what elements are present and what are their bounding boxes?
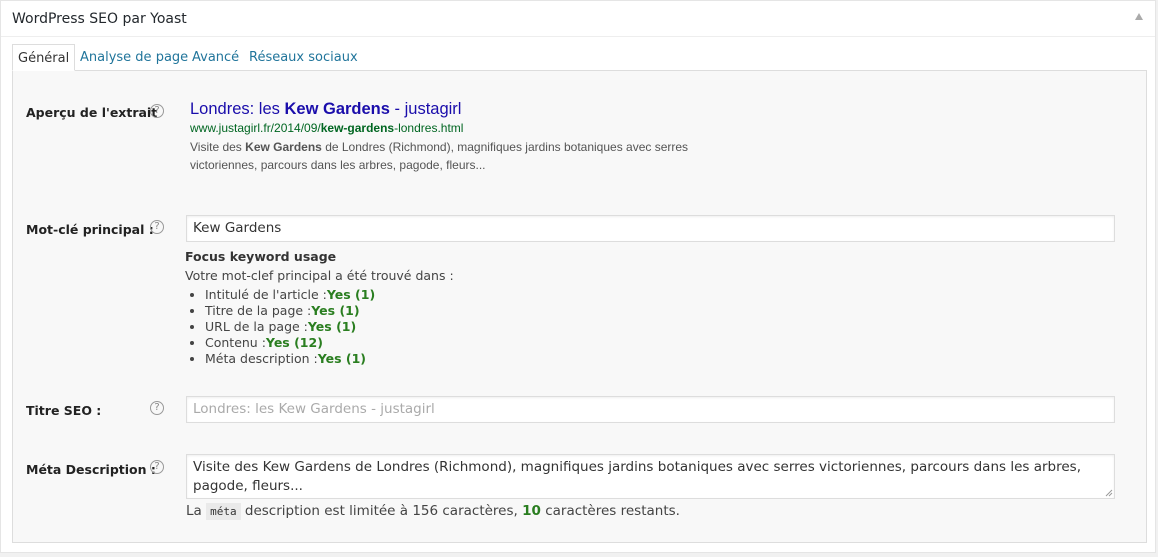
tab-general[interactable]: Général — [12, 44, 76, 71]
tab-page-analysis[interactable]: Analyse de page — [80, 44, 188, 71]
focus-keyword-usage: Focus keyword usage Votre mot-clef princ… — [185, 248, 585, 367]
list-item: Contenu :Yes (12) — [205, 335, 585, 351]
list-item: Méta description :Yes (1) — [205, 351, 585, 367]
resize-handle-icon[interactable] — [1105, 489, 1113, 497]
yoast-seo-metabox: WordPress SEO par Yoast Général Analyse … — [0, 0, 1156, 553]
focus-usage-intro: Votre mot-clef principal a été trouvé da… — [185, 268, 454, 283]
snippet-preview: Londres: les Kew Gardens - justagirl www… — [190, 99, 710, 174]
list-item: Intitulé de l'article :Yes (1) — [205, 287, 585, 303]
metabox-title: WordPress SEO par Yoast — [12, 11, 187, 27]
metabox-header[interactable]: WordPress SEO par Yoast — [1, 1, 1155, 37]
snippet-title: Londres: les Kew Gardens - justagirl — [190, 100, 462, 118]
focus-usage-title: Focus keyword usage — [185, 249, 337, 264]
tab-social[interactable]: Réseaux sociaux — [249, 44, 358, 71]
snippet-url: www.justagirl.fr/2014/09/kew-gardens-lon… — [190, 121, 464, 135]
list-item: Titre de la page :Yes (1) — [205, 303, 585, 319]
help-icon[interactable]: ? — [150, 104, 164, 118]
remaining-count: 10 — [522, 503, 541, 519]
meta-description-counter: La méta description est limitée à 156 ca… — [186, 503, 680, 520]
help-icon[interactable]: ? — [150, 220, 164, 234]
meta-description-value: Visite des Kew Gardens de Londres (Richm… — [193, 459, 1081, 494]
tab-panel-general: Aperçu de l'extrait ? Londres: les Kew G… — [12, 70, 1147, 543]
triangle-up-icon[interactable] — [1135, 13, 1143, 20]
meta-code: méta — [206, 503, 241, 520]
list-item: URL de la page :Yes (1) — [205, 319, 585, 335]
seo-title-input[interactable]: Londres: les Kew Gardens - justagirl — [186, 396, 1115, 423]
snippet-description: Visite des Kew Gardens de Londres (Richm… — [190, 140, 689, 172]
meta-description-textarea[interactable]: Visite des Kew Gardens de Londres (Richm… — [186, 454, 1115, 499]
seo-title-label: Titre SEO : — [26, 403, 102, 418]
meta-description-label: Méta Description : — [26, 462, 156, 477]
focus-keyword-label: Mot-clé principal : — [26, 222, 154, 237]
snippet-label: Aperçu de l'extrait — [26, 105, 158, 120]
tab-advanced[interactable]: Avancé — [192, 44, 239, 71]
help-icon[interactable]: ? — [150, 401, 164, 415]
focus-usage-list: Intitulé de l'article :Yes (1) Titre de … — [185, 287, 585, 367]
help-icon[interactable]: ? — [150, 460, 164, 474]
focus-keyword-input[interactable]: Kew Gardens — [186, 215, 1115, 242]
